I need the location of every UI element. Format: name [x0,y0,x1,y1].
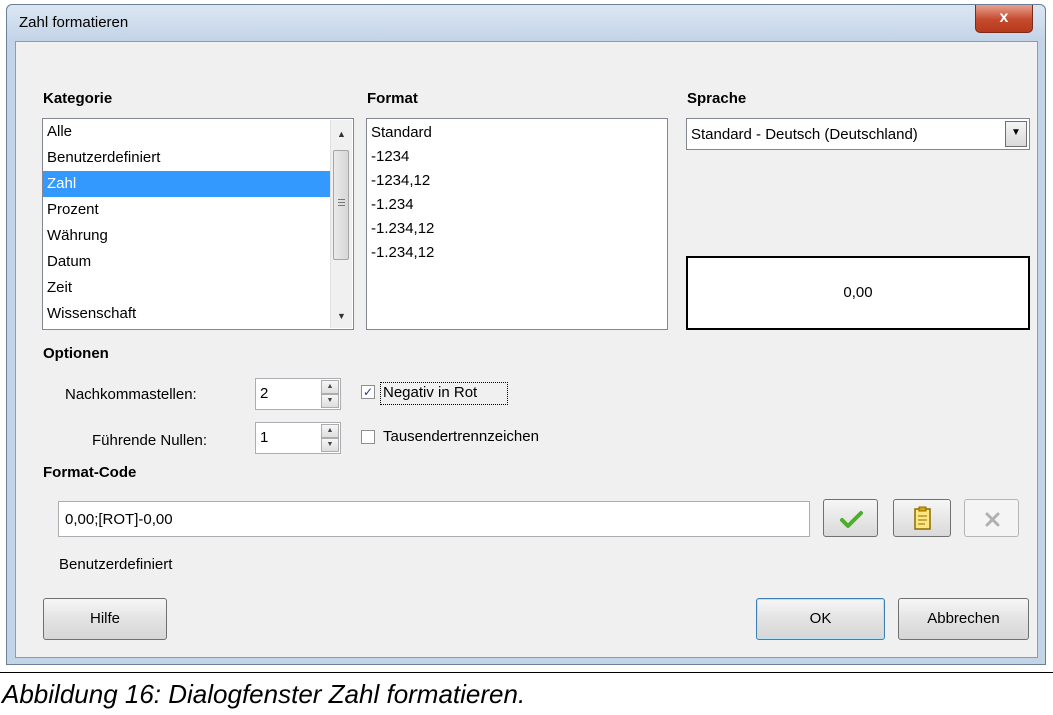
spin-up-icon[interactable]: ▲ [321,424,339,438]
fuehrende-nullen-value: 1 [260,429,269,446]
kategorie-list: Alle Benutzerdefiniert Zahl Prozent Währung D… [43,119,353,327]
scrollbar-thumb[interactable] [333,150,349,260]
ok-button[interactable]: OK [756,598,885,640]
note-edit-icon [914,506,931,530]
abbrechen-button-label: Abbrechen [927,610,1000,627]
dialog-title: Zahl formatieren [19,14,129,31]
caption-text: Abbildung 16: Dialogfenster Zahl formati… [2,679,526,709]
hilfe-button[interactable]: Hilfe [43,598,167,640]
kategorie-heading: Kategorie [43,90,112,107]
close-icon: x [999,9,1009,26]
format-item[interactable]: -1.234,12 [367,241,667,265]
kategorie-item[interactable]: Datum [43,249,333,275]
spin-buttons: ▲ ▼ [321,380,339,408]
format-code-description: Benutzerdefiniert [59,556,173,573]
optionen-heading-text: Optionen [43,345,109,362]
negativ-in-rot-checkbox[interactable]: ✓ [361,385,375,399]
hilfe-button-label: Hilfe [89,610,120,627]
format-item[interactable]: -1234 [367,145,667,169]
kategorie-heading-text: Kategorie [43,90,113,107]
format-item[interactable]: -1.234 [367,193,667,217]
preview-value: 0,00 [843,284,873,301]
format-code-heading: Format-Code [43,464,136,481]
format-heading-text: Format [367,90,418,107]
spin-down-icon[interactable]: ▼ [321,438,339,452]
accept-format-button[interactable] [823,499,878,537]
nachkommastellen-value: 2 [260,385,269,402]
fuehrende-nullen-stepper[interactable]: 1 ▲ ▼ [255,422,341,454]
kategorie-item[interactable]: Benutzerdefiniert [43,145,333,171]
sprache-dropdown[interactable]: Standard - Deutsch (Deutschland) ▼ [686,118,1030,150]
format-item[interactable]: Standard [367,121,667,145]
negativ-in-rot-label[interactable]: Negativ in Rot [383,384,477,401]
sprache-heading: Sprache [687,90,746,107]
grip-icon [338,199,345,200]
scroll-down-icon[interactable]: ▼ [331,306,352,326]
format-heading: Format [367,90,418,107]
format-list: Standard -1234 -1234,12 -1.234 -1.234,12 -1.2… [367,119,667,265]
edit-comment-button[interactable] [893,499,951,537]
nachkommastellen-label: Nachkommastellen: [65,386,197,403]
tausendertrennzeichen-label[interactable]: Tausendertrennzeichen [383,428,539,445]
format-code-input[interactable]: 0,00;[ROT]-0,00 [58,501,810,537]
spin-up-icon[interactable]: ▲ [321,380,339,394]
nachkommastellen-stepper[interactable]: 2 ▲ ▼ [255,378,341,410]
delete-x-icon [985,512,1000,527]
dialog-window: Zahl formatieren x Kategorie Alle Benutze… [6,4,1046,665]
sprache-value: Standard - Deutsch (Deutschland) [691,126,918,143]
spin-down-icon[interactable]: ▼ [321,394,339,408]
dialog-content: Kategorie Alle Benutzerdefiniert Zahl Proze… [15,41,1038,658]
title-bar: Zahl formatieren x [7,5,1045,41]
format-item[interactable]: -1234,12 [367,169,667,193]
kategorie-item[interactable]: Prozent [43,197,333,223]
sprache-heading-text: Sprache [687,90,747,107]
format-code-heading-text: Format-Code [43,464,137,481]
figure-caption: Abbildung 16: Dialogfenster Zahl formati… [0,672,1053,715]
kategorie-item[interactable]: Zeit [43,275,333,301]
tausendertrennzeichen-checkbox[interactable] [361,430,375,444]
spin-buttons: ▲ ▼ [321,424,339,452]
kategorie-item[interactable]: Alle [43,119,333,145]
ok-button-label: OK [809,610,832,627]
close-button[interactable]: x [975,5,1033,33]
delete-format-button[interactable] [964,499,1019,537]
kategorie-scrollbar[interactable]: ▲ ▼ [330,120,352,328]
format-code-value: 0,00;[ROT]-0,00 [65,511,173,528]
checkmark-icon [840,511,863,528]
format-preview: 0,00 [686,256,1030,330]
abbrechen-button[interactable]: Abbrechen [898,598,1029,640]
kategorie-item[interactable]: Zahl [43,171,333,197]
optionen-heading: Optionen [43,345,109,362]
chevron-down-icon[interactable]: ▼ [1005,121,1027,147]
kategorie-item[interactable]: Währung [43,223,333,249]
kategorie-item[interactable]: Wissenschaft [43,301,333,327]
scroll-up-icon[interactable]: ▲ [331,124,352,144]
format-item[interactable]: -1.234,12 [367,217,667,241]
format-listbox[interactable]: Standard -1234 -1234,12 -1.234 -1.234,12 -1.2… [366,118,668,330]
fuehrende-nullen-label: Führende Nullen: [92,432,208,449]
kategorie-listbox[interactable]: Alle Benutzerdefiniert Zahl Prozent Währung D… [42,118,354,330]
